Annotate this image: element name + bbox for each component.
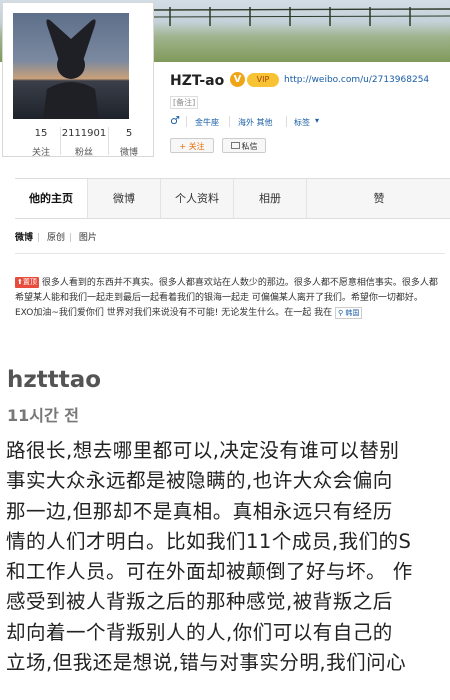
translated-post: hztttao 11시간 전 路很长,想去哪里都可以,决定没有谁可以替别 事实大… <box>0 352 450 700</box>
tags-dropdown[interactable]: 标签 <box>294 117 310 128</box>
post-body: 路很长,想去哪里都可以,决定没有谁可以替别 事实大众永远都是被隐瞒的,也许大众会… <box>6 436 450 678</box>
post-author-handle[interactable]: hztttao <box>7 367 101 393</box>
post-text: 很多人看到的东西并不真实。很多人都喜欢站在人数少的那边。很多人都不愿意相信事实。… <box>15 278 438 318</box>
tab-album[interactable]: 相册 <box>234 179 307 218</box>
heart-hands-silhouette-icon <box>43 19 99 119</box>
mail-icon <box>230 142 240 149</box>
pinned-label: 置顶 <box>22 278 37 286</box>
follow-button[interactable]: + 关注 <box>170 138 214 153</box>
following-label[interactable]: 关注 <box>21 145 61 158</box>
post-line: 立场,但我还是想说,错与对事实分明,我们问心 <box>6 651 407 675</box>
posts-label[interactable]: 微博 <box>109 145 149 158</box>
filter-original[interactable]: 原创 <box>47 233 65 243</box>
chevron-down-icon: ▾ <box>315 116 320 125</box>
filter-all-posts[interactable]: 微博 <box>15 233 33 243</box>
post-line: 情的人们才明白。比如我们11个成员,我们的S <box>6 529 412 553</box>
tab-home[interactable]: 他的主页 <box>15 179 88 218</box>
post-line: 事实大众永远都是被隐瞒的,也许大众会偏向 <box>6 469 393 493</box>
post-line: 感受到被人背叛之后的那种感觉,被背叛之后 <box>6 590 393 614</box>
follow-button-label: + 关注 <box>179 142 205 151</box>
fence-decoration <box>150 7 450 26</box>
location-label: 韩国 <box>345 309 360 317</box>
divider <box>15 253 445 254</box>
followers-label[interactable]: 粉丝 <box>61 145 107 158</box>
post-line: 那一边,但那却不是真相。真相永远只有经历 <box>6 499 393 523</box>
followers-count[interactable]: 2111901 <box>61 128 107 139</box>
divider <box>186 116 187 127</box>
verified-badge-icon[interactable]: V <box>230 72 245 87</box>
remark-button[interactable]: [备注] <box>170 96 199 109</box>
vip-badge-icon[interactable]: VIP <box>247 73 279 87</box>
tab-likes[interactable]: 赞 <box>307 179 450 218</box>
male-icon: ♂ <box>170 114 180 127</box>
posts-count[interactable]: 5 <box>109 128 149 139</box>
pinned-badge: ⬆置顶 <box>15 277 39 288</box>
tab-weibo[interactable]: 微博 <box>88 179 161 218</box>
post-timestamp: 11시간 전 <box>7 406 79 425</box>
profile-tabs: 他的主页 微博 个人资料 相册 赞 <box>15 178 450 219</box>
profile-panel: 15 关注 2111901 粉丝 5 微博 HZT-ao V VIP http:… <box>0 0 450 350</box>
location-link[interactable]: 海外 其他 <box>238 117 273 128</box>
tab-profile-info[interactable]: 个人资料 <box>161 179 234 218</box>
avatar[interactable] <box>13 13 129 119</box>
constellation-link[interactable]: 金牛座 <box>195 117 219 128</box>
profile-url-link[interactable]: http://weibo.com/u/2713968254 <box>284 75 429 85</box>
following-count[interactable]: 15 <box>21 128 61 139</box>
avatar-card: 15 关注 2111901 粉丝 5 微博 <box>2 2 154 158</box>
divider <box>229 116 230 127</box>
message-button[interactable]: 私信 <box>222 138 266 153</box>
post-line: 和工作人员。可在外面却被颠倒了好与坏。 作 <box>6 560 413 584</box>
post-line: 路很长,想去哪里都可以,决定没有谁可以替别 <box>6 439 400 462</box>
pinned-post: ⬆置顶 很多人看到的东西并不真实。很多人都喜欢站在人数少的那边。很多人都不愿意相信… <box>15 276 440 321</box>
filter-images[interactable]: 图片 <box>79 233 97 243</box>
post-line: 却向着一个背叛别人的人,你们可以有自己的 <box>6 620 393 644</box>
message-button-label: 私信 <box>241 142 258 151</box>
post-filter-nav: 微博 | 原创 | 图片 <box>15 233 97 243</box>
divider <box>286 116 287 127</box>
username[interactable]: HZT-ao <box>170 73 224 89</box>
post-location[interactable]: ⚲ 韩国 <box>334 307 363 319</box>
